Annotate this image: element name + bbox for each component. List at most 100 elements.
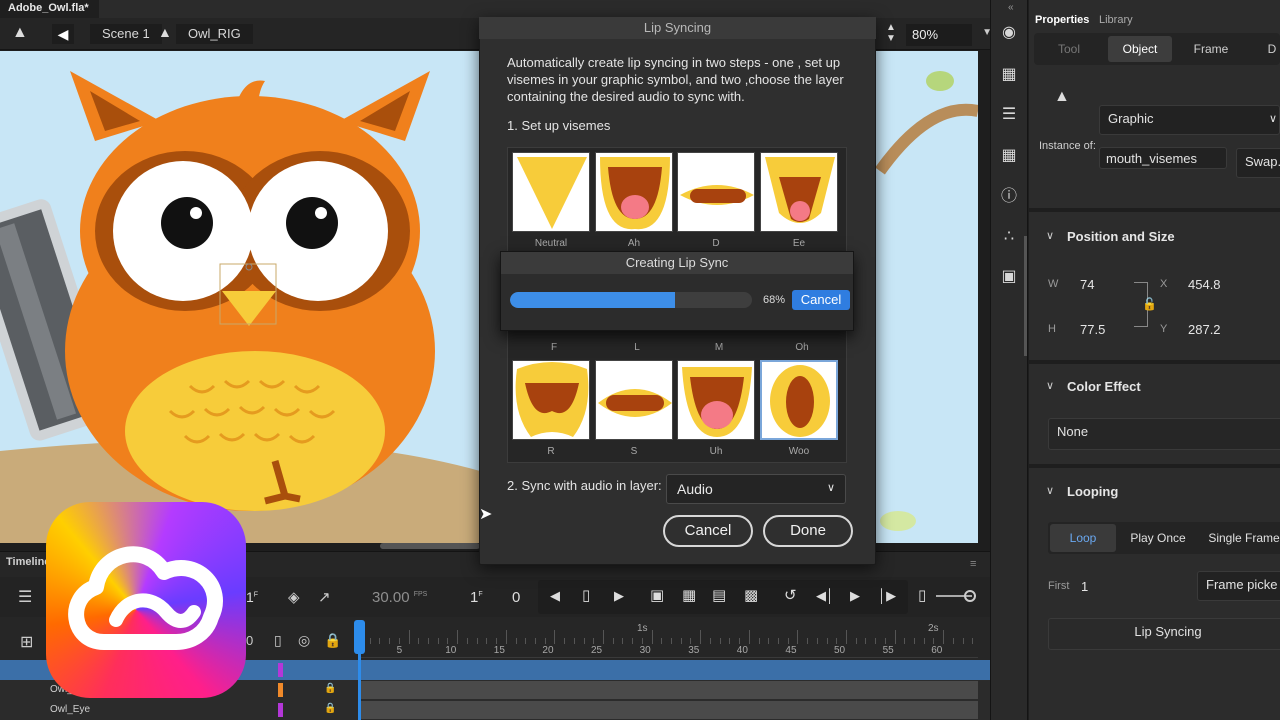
viseme-cell-uh[interactable]: [677, 360, 755, 440]
position-size-title[interactable]: Position and Size: [1067, 229, 1175, 244]
ruler-tick-mark: [398, 638, 400, 644]
ruler-tick-mark: [641, 638, 643, 644]
height-field[interactable]: 77.5: [1080, 322, 1105, 337]
edit-scene-icon[interactable]: ▲: [12, 24, 36, 44]
frame-offset[interactable]: 0: [512, 589, 520, 606]
current-frame-field[interactable]: 1F: [470, 589, 483, 606]
chevron-down-icon[interactable]: ∨: [1046, 484, 1054, 497]
color-palette-icon[interactable]: ◉: [998, 22, 1020, 44]
layer-name[interactable]: Owl_Eye: [50, 704, 90, 715]
insert-keyframe-icon[interactable]: ▤: [712, 586, 726, 604]
timeline-title[interactable]: Timeline: [6, 556, 50, 568]
ruler-tick-mark: [709, 638, 711, 644]
breadcrumb-symbol[interactable]: Owl_RIG: [176, 24, 253, 44]
ruler-tick-mark: [554, 630, 556, 644]
loop-option-play-once[interactable]: Play Once: [1122, 524, 1194, 552]
color-effect-title[interactable]: Color Effect: [1067, 379, 1141, 394]
swap-button[interactable]: Swap...: [1236, 148, 1280, 178]
step-forward-icon[interactable]: ▶: [614, 588, 624, 604]
viseme-cell-r[interactable]: [512, 360, 590, 440]
transform-icon[interactable]: ▦: [998, 145, 1020, 167]
loop-option-single-frame[interactable]: Single Frame: [1204, 524, 1280, 552]
chevron-down-icon: ∨: [1268, 113, 1277, 125]
ruler-tick-mark: [457, 630, 459, 644]
frame-picker-button[interactable]: Frame picke: [1197, 571, 1280, 601]
subtab-tool[interactable]: Tool: [1040, 36, 1098, 62]
layer-lock-icon[interactable]: 🔒: [324, 683, 336, 694]
zoom-field[interactable]: 80% ▼: [906, 24, 992, 46]
tab-library[interactable]: Library: [1099, 14, 1133, 26]
layer-frames[interactable]: [360, 701, 978, 719]
color-effect-select[interactable]: None: [1048, 418, 1280, 450]
ruler-tick-mark: [379, 638, 381, 644]
done-button[interactable]: Done: [763, 515, 853, 547]
layer-frames[interactable]: [360, 681, 978, 699]
marker-icon[interactable]: ▯: [582, 586, 590, 604]
first-frame-field[interactable]: 1: [1081, 579, 1088, 594]
width-field[interactable]: 74: [1080, 277, 1094, 292]
layer-lock-icon[interactable]: 🔒: [324, 703, 336, 714]
visibility-icon[interactable]: ◎: [298, 632, 310, 649]
phone-icon[interactable]: ▯: [918, 586, 926, 604]
frame-field-left[interactable]: 1F: [246, 589, 258, 605]
lock-proportions-icon[interactable]: 🔓: [1142, 297, 1157, 311]
info-icon[interactable]: ⓘ: [998, 186, 1020, 208]
document-tab[interactable]: Adobe_Owl.fla*: [0, 0, 99, 18]
fps-field[interactable]: 30.00 FPS: [372, 589, 427, 606]
viseme-cell-neutral[interactable]: [512, 152, 590, 232]
loop-icon[interactable]: ↺: [784, 586, 797, 604]
zoom-slider-thumb[interactable]: [964, 590, 976, 602]
cancel-button[interactable]: Cancel: [663, 515, 753, 547]
subtab-object[interactable]: Object: [1108, 36, 1172, 62]
panel-menu-icon[interactable]: ≡: [970, 558, 976, 570]
viseme-cell-ah[interactable]: [595, 152, 673, 232]
play-icon[interactable]: ▶: [850, 588, 860, 604]
back-arrow-icon[interactable]: ◀: [52, 24, 74, 44]
looping-title[interactable]: Looping: [1067, 484, 1118, 499]
graph-icon[interactable]: ↗: [318, 588, 331, 606]
components-icon[interactable]: ∴: [998, 226, 1020, 248]
onion-skin-icon[interactable]: ▣: [650, 586, 664, 604]
viseme-cell-ee[interactable]: [760, 152, 838, 232]
chevron-down-icon[interactable]: ∨: [1046, 229, 1054, 242]
go-to-first-icon[interactable]: ◀│: [816, 588, 834, 604]
panel-scrollbar[interactable]: [1024, 236, 1027, 356]
viseme-cell-s[interactable]: [595, 360, 673, 440]
zoom-stepper-icon[interactable]: ▲ ▼: [886, 22, 896, 44]
go-to-last-icon[interactable]: │▶: [878, 588, 896, 604]
frame-picker-icon[interactable]: ▣: [998, 266, 1020, 288]
align-icon[interactable]: ☰: [998, 104, 1020, 126]
outline-icon[interactable]: ▯: [274, 632, 282, 649]
ah-mouth-icon: [600, 157, 670, 230]
symbol-type-select[interactable]: Graphic ∨: [1099, 105, 1280, 135]
collapse-icon[interactable]: «: [1008, 2, 1014, 13]
library-icon[interactable]: ▦: [998, 64, 1020, 86]
ruler-tick-mark: [952, 638, 954, 644]
x-field[interactable]: 454.8: [1188, 277, 1221, 292]
loop-option-loop[interactable]: Loop: [1050, 524, 1116, 552]
audio-layer-select[interactable]: Audio ∨: [666, 474, 846, 504]
lock-icon[interactable]: 🔒: [324, 632, 341, 649]
edit-multiple-frames-icon[interactable]: ▦: [682, 586, 696, 604]
breadcrumb-scene[interactable]: Scene 1: [90, 24, 162, 44]
viseme-cell-woo[interactable]: [760, 360, 838, 440]
progress-cancel-button[interactable]: Cancel: [792, 290, 850, 310]
viseme-cell-d[interactable]: [677, 152, 755, 232]
lip-syncing-button[interactable]: Lip Syncing: [1048, 618, 1280, 650]
second-marker-1s: 1s: [637, 623, 648, 634]
ruler-tick-label: 60: [931, 645, 943, 656]
s-mouth-icon: [598, 389, 672, 417]
stage-horizontal-scrollbar[interactable]: [380, 543, 480, 549]
playhead-handle[interactable]: [354, 620, 365, 654]
y-field[interactable]: 287.2: [1188, 322, 1221, 337]
layers-icon[interactable]: ☰: [18, 587, 32, 607]
center-frame-icon[interactable]: ▩: [744, 586, 758, 604]
subtab-doc[interactable]: D: [1264, 36, 1280, 62]
chevron-down-icon[interactable]: ∨: [1046, 379, 1054, 392]
tab-properties[interactable]: Properties: [1035, 14, 1089, 26]
current-frame-unit: F: [478, 591, 483, 598]
step-back-icon[interactable]: ◀: [550, 588, 560, 604]
subtab-frame[interactable]: Frame: [1180, 36, 1242, 62]
add-layer-icon[interactable]: ⊞: [20, 632, 33, 652]
hierarchy-icon[interactable]: ◈: [288, 588, 300, 606]
